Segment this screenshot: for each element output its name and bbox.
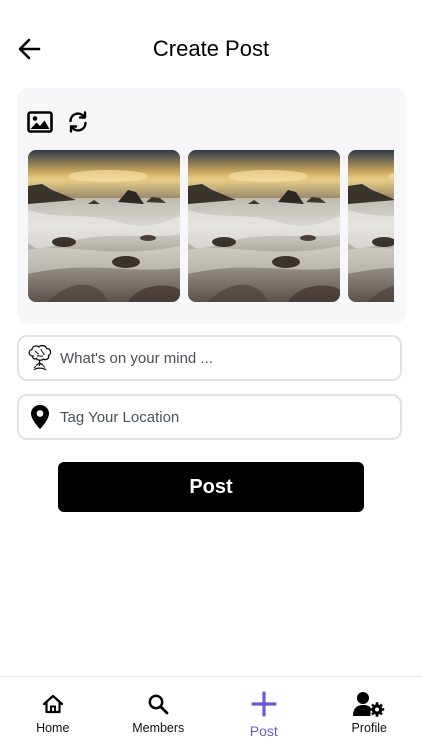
plus-icon (251, 691, 277, 717)
header: Create Post (0, 0, 422, 96)
seascape-photo (188, 150, 340, 302)
location-pin-icon (22, 395, 58, 439)
media-picker-card (17, 88, 406, 324)
bottom-tab-bar: Home Members Post Profile (0, 676, 422, 750)
tab-post[interactable]: Post (211, 677, 317, 750)
image-thumbnail[interactable] (28, 150, 180, 302)
search-icon (148, 694, 169, 715)
add-image-button[interactable] (27, 109, 53, 135)
brain-tree-icon (22, 336, 58, 380)
location-field[interactable] (17, 394, 402, 440)
refresh-icon (69, 111, 87, 133)
tab-profile[interactable]: Profile (317, 677, 422, 750)
mind-field[interactable] (17, 335, 402, 381)
page-title: Create Post (152, 36, 270, 61)
tab-label: Members (132, 721, 185, 735)
location-input[interactable] (58, 408, 400, 426)
post-button[interactable]: Post (58, 462, 364, 512)
image-thumbnail[interactable] (348, 150, 394, 302)
tab-members[interactable]: Members (106, 677, 212, 750)
mind-input[interactable] (58, 349, 400, 367)
home-icon (42, 694, 63, 714)
tab-label: Post (249, 723, 278, 739)
media-tools (27, 109, 91, 135)
image-icon (27, 111, 53, 133)
seascape-photo (28, 150, 180, 302)
image-thumbnail[interactable] (188, 150, 340, 302)
tab-label: Profile (351, 721, 387, 735)
tab-label: Home (36, 721, 70, 735)
tab-home[interactable]: Home (0, 677, 106, 750)
refresh-button[interactable] (65, 109, 91, 135)
user-settings-icon (353, 692, 385, 717)
seascape-photo (348, 150, 394, 302)
image-carousel[interactable] (28, 150, 394, 302)
